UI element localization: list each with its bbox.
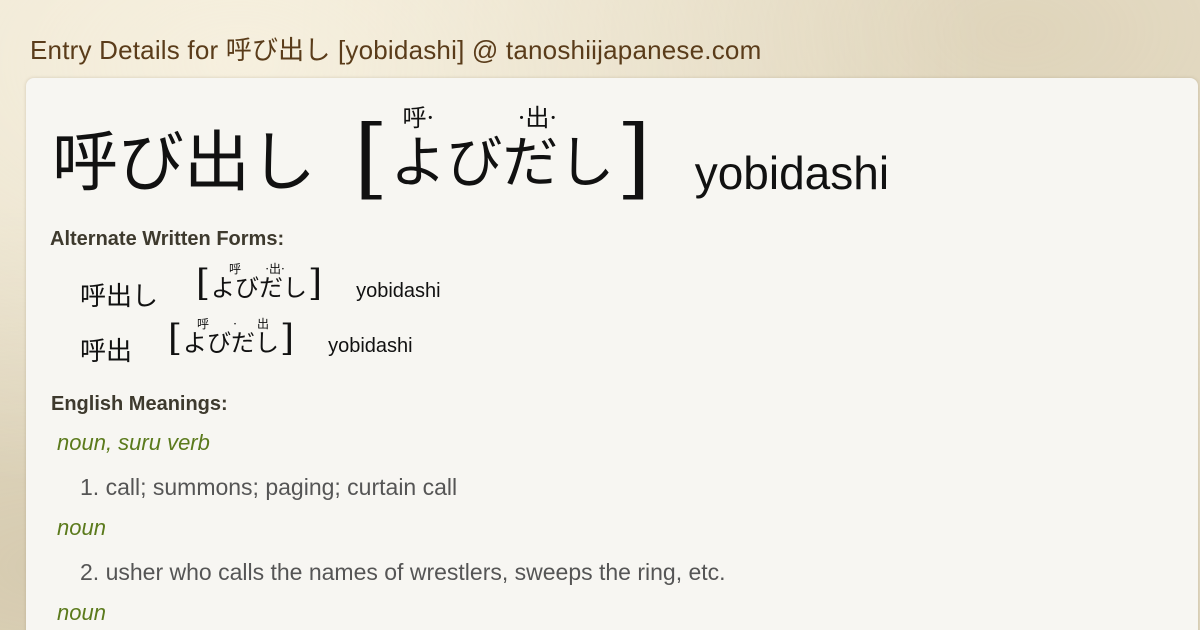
entry-reading-ruby: 呼· ·出· よびだし (390, 100, 614, 192)
alternate-form-ruby: 呼 · 出 よびだし (183, 317, 279, 355)
alternate-form-romaji: yobidashi (356, 280, 441, 302)
reading-bracket-close: ] (308, 263, 323, 304)
part-of-speech: noun (57, 515, 106, 540)
alternate-form-row: 呼出 [ 呼 · 出 よびだし ] yobidashi (80, 317, 413, 368)
alternate-forms-heading: Alternate Written Forms: (50, 228, 285, 250)
alternate-form-kanji: 呼出 (80, 337, 133, 367)
alternate-form-reading: よびだし (183, 329, 280, 357)
alternate-form-romaji: yobidashi (328, 335, 413, 357)
main-entry: 呼び出し [ 呼· ·出· よびだし ] yobidashi (52, 100, 889, 210)
reading-bracket-close: ] (280, 318, 295, 359)
alternate-form-reading: よびだし (211, 274, 308, 302)
alternate-form-ruby: 呼 ·出· よびだし (211, 262, 307, 300)
alternate-form-row: 呼出し [ 呼 ·出· よびだし ] yobidashi (80, 262, 441, 313)
part-of-speech: noun, suru verb (57, 430, 210, 455)
reading-bracket-open: [ (196, 263, 211, 304)
entry-romaji: yobidashi (694, 147, 890, 199)
meaning-item: 1. call; summons; paging; curtain call (80, 474, 458, 500)
reading-bracket-open: [ (354, 106, 389, 209)
entry-reading: よびだし (390, 131, 615, 196)
entry-kanji: 呼び出し (52, 124, 316, 201)
meaning-item: 2. usher who calls the names of wrestler… (80, 559, 726, 585)
reading-bracket-open: [ (168, 318, 183, 359)
page-title: Entry Details for 呼び出し [yobidashi] @ tan… (30, 35, 762, 65)
reading-bracket-close: ] (616, 106, 651, 209)
alternate-form-kanji: 呼出し (80, 282, 159, 312)
english-meanings-heading: English Meanings: (51, 393, 228, 415)
part-of-speech: noun (57, 600, 106, 625)
